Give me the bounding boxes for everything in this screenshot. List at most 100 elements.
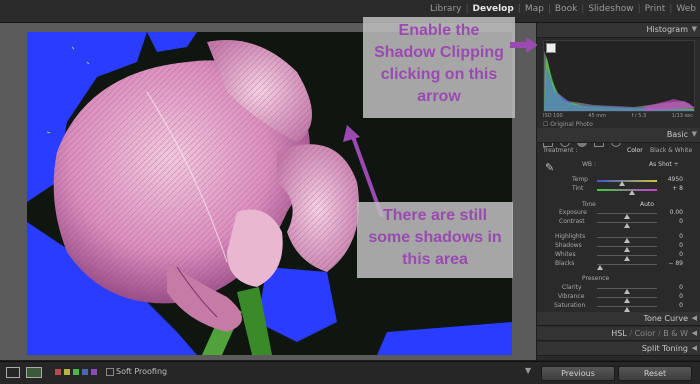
clarity-slider-knob[interactable] bbox=[624, 289, 630, 294]
callout-line: this area bbox=[402, 251, 468, 268]
callout-line: clicking on this bbox=[380, 66, 498, 83]
tone-curve-title: Tone Curve bbox=[643, 314, 688, 323]
original-photo-label: Original Photo bbox=[550, 121, 593, 128]
color-label-purple-icon[interactable] bbox=[91, 369, 97, 375]
treatment-label: Treatment : bbox=[543, 147, 578, 154]
callout-line: There are still bbox=[382, 207, 488, 224]
saturation-value[interactable]: 0 bbox=[653, 302, 683, 309]
tone-curve-header[interactable]: Tone Curve ◀ bbox=[537, 312, 700, 326]
temp-value[interactable]: 4950 bbox=[653, 176, 683, 183]
contrast-slider-knob[interactable] bbox=[624, 223, 630, 228]
blacks-slider-knob[interactable] bbox=[597, 265, 603, 270]
module-library[interactable]: Library bbox=[426, 4, 465, 14]
vibrance-label: Vibrance bbox=[558, 293, 585, 300]
wb-label: WB : bbox=[582, 161, 596, 168]
module-slideshow[interactable]: Slideshow bbox=[584, 4, 637, 14]
eyedropper-icon[interactable]: ✎ bbox=[545, 161, 554, 174]
callout-line: Enable the bbox=[398, 22, 480, 39]
color-label-green-icon[interactable] bbox=[73, 369, 79, 375]
highlights-value[interactable]: 0 bbox=[653, 233, 683, 240]
before-after-icon[interactable] bbox=[26, 367, 42, 378]
whites-value[interactable]: 0 bbox=[653, 251, 683, 258]
hsl-header[interactable]: HSL / Color / B & W ◀ bbox=[537, 327, 700, 341]
whites-slider-knob[interactable] bbox=[624, 256, 630, 261]
temp-slider[interactable] bbox=[597, 180, 657, 182]
presence-label: Presence bbox=[582, 275, 610, 282]
tab-hsl[interactable]: HSL bbox=[611, 329, 627, 338]
callout-line: Shadow Clipping bbox=[374, 44, 504, 61]
reset-button[interactable]: Reset bbox=[618, 366, 692, 381]
module-book[interactable]: Book bbox=[551, 4, 581, 14]
bottom-toolbar: Soft Proofing ▼ Previous Reset bbox=[0, 361, 700, 384]
whites-label: Whites bbox=[555, 251, 576, 258]
vibrance-slider-knob[interactable] bbox=[624, 298, 630, 303]
soft-proofing-checkbox[interactable] bbox=[106, 368, 114, 376]
tab-bw[interactable]: B & W bbox=[663, 329, 688, 338]
previous-button[interactable]: Previous bbox=[541, 366, 615, 381]
module-web[interactable]: Web bbox=[672, 4, 700, 14]
tint-label: Tint bbox=[572, 185, 584, 192]
color-label-red-icon[interactable] bbox=[55, 369, 61, 375]
treatment-bw[interactable]: Black & White bbox=[650, 147, 692, 154]
tint-slider-knob[interactable] bbox=[629, 190, 635, 195]
module-bar: Library | Develop | Map | Book | Slideshow | … bbox=[0, 0, 700, 23]
auto-tone-button[interactable]: Auto bbox=[640, 201, 654, 208]
toolbar-menu-icon[interactable]: ▼ bbox=[525, 366, 531, 375]
exposure-value[interactable]: 0.00 bbox=[653, 209, 683, 216]
shadows-label: Shadows bbox=[555, 242, 582, 249]
aperture-value: f / 5.3 bbox=[631, 113, 647, 119]
module-picker: Library | Develop | Map | Book | Slideshow | … bbox=[426, 4, 700, 14]
histogram-title: Histogram bbox=[646, 25, 689, 34]
histogram-graph bbox=[544, 51, 694, 111]
treatment-color[interactable]: Color bbox=[627, 147, 643, 154]
image-canvas: Enable the Shadow Clipping clicking on t… bbox=[0, 17, 538, 360]
saturation-label: Saturation bbox=[554, 302, 586, 309]
basic-header[interactable]: Basic ▼ bbox=[537, 128, 700, 143]
collapse-triangle-icon[interactable]: ◀ bbox=[692, 344, 697, 352]
shadows-slider-knob[interactable] bbox=[624, 247, 630, 252]
blacks-value[interactable]: − 89 bbox=[653, 260, 683, 267]
contrast-value[interactable]: 0 bbox=[653, 218, 683, 225]
collapse-triangle-icon[interactable]: ◀ bbox=[692, 314, 697, 322]
callout-shadows-remain: There are still some shadows in this are… bbox=[357, 202, 513, 278]
highlights-slider-knob[interactable] bbox=[624, 238, 630, 243]
wb-select[interactable]: As Shot ÷ bbox=[649, 161, 679, 168]
clarity-value[interactable]: 0 bbox=[653, 284, 683, 291]
highlights-label: Highlights bbox=[555, 233, 586, 240]
exposure-slider-knob[interactable] bbox=[624, 214, 630, 219]
tab-color[interactable]: Color bbox=[635, 329, 656, 338]
pointer-arrow-icon bbox=[510, 37, 538, 53]
module-develop[interactable]: Develop bbox=[469, 4, 518, 14]
exposure-label: Exposure bbox=[559, 209, 587, 216]
temp-label: Temp bbox=[572, 176, 588, 183]
temp-slider-knob[interactable] bbox=[619, 181, 625, 186]
vibrance-value[interactable]: 0 bbox=[653, 293, 683, 300]
shadows-value[interactable]: 0 bbox=[653, 242, 683, 249]
collapse-triangle-icon[interactable]: ▼ bbox=[692, 130, 697, 138]
module-map[interactable]: Map bbox=[521, 4, 548, 14]
module-print[interactable]: Print bbox=[641, 4, 670, 14]
shutter-value: 1/13 sec bbox=[671, 113, 693, 119]
shadow-clipping-arrow-icon[interactable] bbox=[546, 43, 556, 53]
focal-length-value: 45 mm bbox=[588, 113, 606, 119]
tint-value[interactable]: + 8 bbox=[653, 185, 683, 192]
tint-slider[interactable] bbox=[597, 189, 657, 191]
basic-title: Basic bbox=[666, 130, 688, 139]
color-label-blue-icon[interactable] bbox=[82, 369, 88, 375]
collapse-triangle-icon[interactable]: ▼ bbox=[692, 25, 697, 33]
tone-label: Tone bbox=[582, 201, 596, 208]
blacks-slider[interactable] bbox=[597, 264, 657, 265]
callout-line: some shadows in bbox=[368, 229, 502, 246]
collapse-triangle-icon[interactable]: ◀ bbox=[692, 329, 697, 337]
callout-enable-clipping: Enable the Shadow Clipping clicking on t… bbox=[363, 17, 515, 118]
split-toning-header[interactable]: Split Toning ◀ bbox=[537, 342, 700, 356]
original-photo-toggle[interactable]: ☐ Original Photo bbox=[543, 121, 593, 128]
hsl-tabs: HSL / Color / B & W bbox=[611, 329, 688, 338]
loupe-view-icon[interactable] bbox=[6, 367, 20, 378]
histogram bbox=[543, 40, 695, 112]
color-label-yellow-icon[interactable] bbox=[64, 369, 70, 375]
iso-value: ISO 100 bbox=[543, 113, 563, 119]
split-toning-title: Split Toning bbox=[641, 344, 688, 353]
contrast-label: Contrast bbox=[559, 218, 585, 225]
histogram-header[interactable]: Histogram ▼ bbox=[537, 23, 700, 38]
